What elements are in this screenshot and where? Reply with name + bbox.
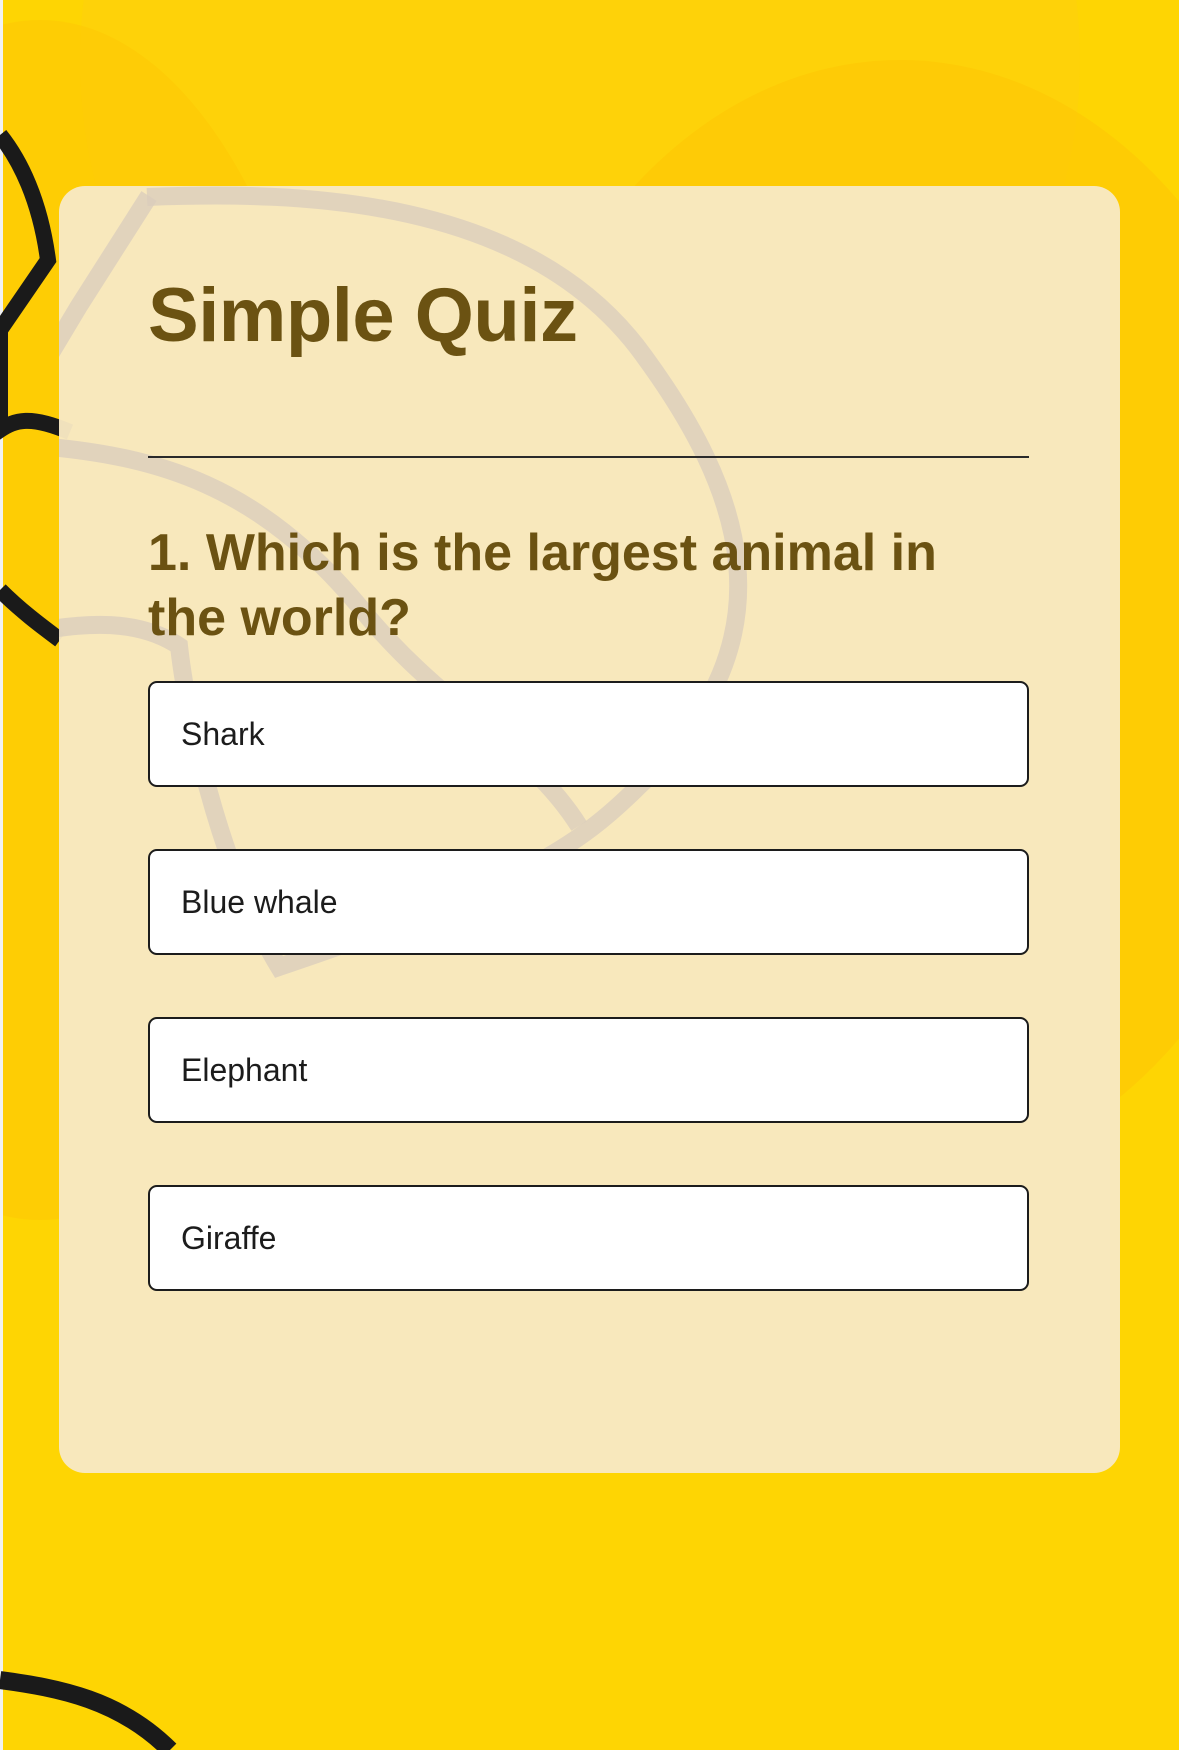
question-text: 1. Which is the largest animal in the wo… [148, 524, 937, 647]
answer-option-label: Giraffe [181, 1219, 277, 1256]
answer-option-blue-whale[interactable]: Blue whale [148, 849, 1029, 955]
quiz-card: Simple Quiz 1. Which is the largest anim… [59, 186, 1120, 1473]
answer-option-elephant[interactable]: Elephant [148, 1017, 1029, 1123]
answer-option-shark[interactable]: Shark [148, 681, 1029, 787]
title-divider [148, 456, 1029, 458]
answer-option-giraffe[interactable]: Giraffe [148, 1185, 1029, 1291]
answer-option-label: Blue whale [181, 883, 338, 920]
answer-option-label: Shark [181, 715, 265, 752]
answer-option-label: Elephant [181, 1051, 308, 1088]
quiz-title: Simple Quiz [148, 273, 578, 358]
